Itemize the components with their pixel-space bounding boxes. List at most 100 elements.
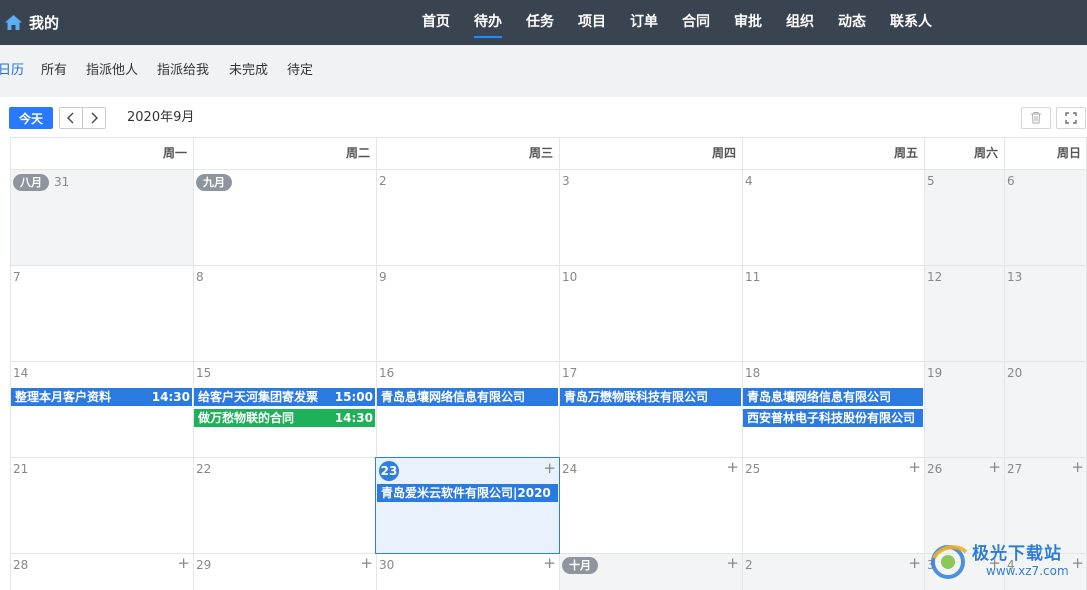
- day-cell[interactable]: 14: [10, 361, 193, 457]
- calendar-event[interactable]: 整理本月客户资料 14:30: [11, 388, 192, 406]
- month-badge: 九月: [196, 174, 232, 191]
- day-number: 19: [927, 366, 943, 380]
- add-event-icon[interactable]: +: [177, 556, 190, 571]
- nav-item-todo[interactable]: 待办: [462, 0, 514, 45]
- day-cell[interactable]: 6: [1004, 169, 1087, 265]
- day-cell[interactable]: 10: [559, 265, 742, 361]
- calendar-event[interactable]: 西安普林电子科技股份有限公司: [743, 409, 923, 427]
- add-event-icon[interactable]: +: [726, 556, 739, 571]
- nav-item-order[interactable]: 订单: [618, 0, 670, 45]
- day-number: 26: [927, 462, 943, 476]
- tab-pending[interactable]: 待定: [287, 45, 313, 97]
- day-cell[interactable]: 8: [193, 265, 376, 361]
- day-cell[interactable]: 29 +: [193, 553, 376, 590]
- day-number: 10: [562, 270, 578, 284]
- day-cell[interactable]: 十月 +: [559, 553, 742, 590]
- add-event-icon[interactable]: +: [543, 556, 556, 571]
- calendar-event[interactable]: 青岛息壤网络信息有限公司: [743, 388, 923, 406]
- grid-line: [10, 169, 1087, 170]
- day-number: 3: [562, 174, 570, 188]
- day-number: 20: [1007, 366, 1023, 380]
- day-number: 21: [13, 462, 29, 476]
- prev-month-button[interactable]: [59, 107, 83, 129]
- add-event-icon[interactable]: +: [543, 461, 556, 476]
- day-cell[interactable]: 30 +: [376, 553, 559, 590]
- day-cell[interactable]: 7: [10, 265, 193, 361]
- event-title: 青岛息壤网络信息有限公司: [381, 390, 526, 404]
- day-cell[interactable]: 3: [559, 169, 742, 265]
- calendar-event[interactable]: 青岛爱米云软件有限公司|2020: [377, 484, 558, 502]
- day-cell[interactable]: 11: [742, 265, 924, 361]
- add-event-icon[interactable]: +: [908, 556, 921, 571]
- month-badge: 八月: [13, 174, 49, 191]
- tab-incomplete[interactable]: 未完成: [229, 45, 268, 97]
- grid-line: [10, 137, 1087, 138]
- calendar-event[interactable]: 给客户天河集团寄发票 15:00: [194, 388, 375, 406]
- day-cell[interactable]: 12: [924, 265, 1004, 361]
- add-event-icon[interactable]: +: [908, 460, 921, 475]
- day-cell[interactable]: 25 +: [742, 457, 924, 553]
- next-month-button[interactable]: [82, 107, 106, 129]
- day-number: 14: [13, 366, 29, 380]
- event-title: 做万愁物联的合同: [198, 411, 295, 425]
- fullscreen-button[interactable]: [1056, 107, 1086, 129]
- main-nav: 首页 待办 任务 项目 订单 合同 审批 组织 动态 联系人: [410, 0, 944, 45]
- day-cell[interactable]: 九月: [193, 169, 376, 265]
- day-cell[interactable]: 9: [376, 265, 559, 361]
- calendar-event[interactable]: 青岛万懋物联科技有限公司: [560, 388, 741, 406]
- tab-assigned-to-others[interactable]: 指派他人: [86, 45, 138, 97]
- grid-line: [10, 137, 11, 590]
- day-cell[interactable]: 21: [10, 457, 193, 553]
- day-number: 6: [1007, 174, 1015, 188]
- day-cell[interactable]: 24 +: [559, 457, 742, 553]
- nav-item-task[interactable]: 任务: [514, 0, 566, 45]
- day-cell[interactable]: 2: [376, 169, 559, 265]
- add-event-icon[interactable]: +: [988, 460, 1001, 475]
- day-cell[interactable]: 19: [924, 361, 1004, 457]
- day-cell[interactable]: 20: [1004, 361, 1087, 457]
- grid-line: [10, 361, 1087, 362]
- nav-item-organization[interactable]: 组织: [774, 0, 826, 45]
- calendar-toolbar: 今天 2020年9月: [0, 97, 1087, 137]
- day-cell[interactable]: 八月 31: [10, 169, 193, 265]
- brand-label: 我的: [29, 14, 60, 32]
- add-event-icon[interactable]: +: [1071, 460, 1084, 475]
- day-cell[interactable]: 13: [1004, 265, 1087, 361]
- event-title: 青岛息壤网络信息有限公司: [747, 390, 892, 404]
- event-time: 14:30: [334, 411, 373, 425]
- tab-all[interactable]: 所有: [41, 45, 67, 97]
- delete-button[interactable]: [1021, 107, 1051, 129]
- month-calendar: 周一 周二 周三 周四 周五 周六 周日 八月 31 九月 2 3 4 5 6 7…: [10, 137, 1087, 590]
- day-cell[interactable]: 4: [742, 169, 924, 265]
- today-button[interactable]: 今天: [9, 107, 53, 129]
- calendar-event[interactable]: 做万愁物联的合同 14:30: [194, 409, 375, 427]
- day-cell[interactable]: 28 +: [10, 553, 193, 590]
- day-cell[interactable]: 5: [924, 169, 1004, 265]
- day-number: 17: [562, 366, 578, 380]
- tab-calendar[interactable]: 日历: [0, 45, 24, 97]
- day-cell[interactable]: 17: [559, 361, 742, 457]
- weekday-header-sat: 周六: [973, 146, 998, 160]
- day-cell[interactable]: 16: [376, 361, 559, 457]
- tab-assigned-to-me[interactable]: 指派给我: [157, 45, 209, 97]
- event-title: 青岛万懋物联科技有限公司: [564, 390, 709, 404]
- nav-item-contract[interactable]: 合同: [670, 0, 722, 45]
- add-event-icon[interactable]: +: [726, 460, 739, 475]
- day-cell[interactable]: 2 +: [742, 553, 924, 590]
- nav-item-project[interactable]: 项目: [566, 0, 618, 45]
- nav-item-activity[interactable]: 动态: [826, 0, 878, 45]
- today-day-number: 23: [379, 461, 399, 481]
- add-event-icon[interactable]: +: [360, 556, 373, 571]
- day-cell-today[interactable]: 23 +: [375, 457, 560, 554]
- day-cell[interactable]: 22: [193, 457, 376, 553]
- brand[interactable]: 我的: [4, 0, 59, 45]
- calendar-event[interactable]: 青岛息壤网络信息有限公司: [377, 388, 558, 406]
- nav-item-home[interactable]: 首页: [410, 0, 462, 45]
- sub-tabs: 日历 所有 指派他人 指派给我 未完成 待定: [0, 45, 1087, 97]
- event-title: 青岛爱米云软件有限公司|2020: [381, 486, 551, 500]
- event-title: 给客户天河集团寄发票: [198, 390, 319, 404]
- watermark: 极光下载站 www.xz7.com: [926, 536, 1086, 586]
- nav-item-approval[interactable]: 审批: [722, 0, 774, 45]
- day-number: 28: [13, 558, 29, 572]
- nav-item-contacts[interactable]: 联系人: [878, 0, 944, 45]
